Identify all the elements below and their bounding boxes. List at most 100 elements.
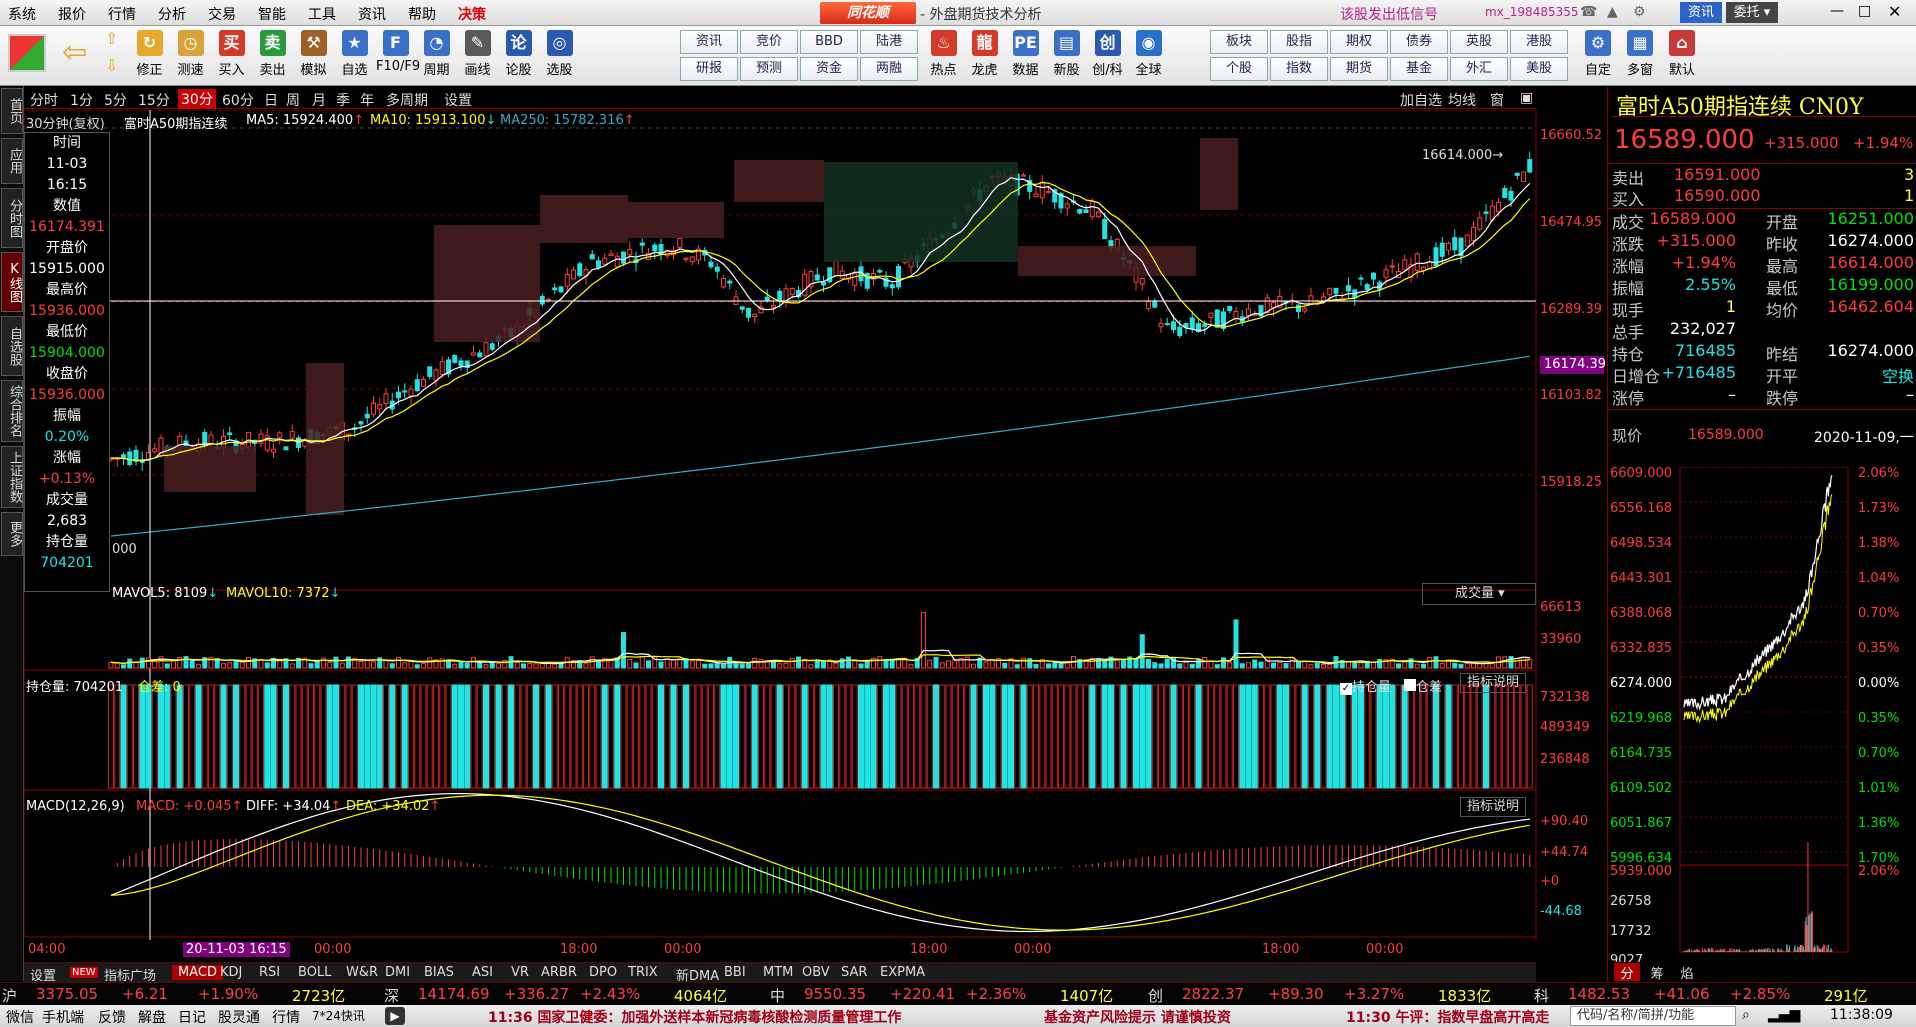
indicator-tab-2[interactable]: MACD [172,965,223,980]
indicator-tab-6[interactable]: W&R [346,965,378,980]
period-right-1[interactable]: 均线 [1448,90,1476,110]
tool-refresh[interactable]: ↻ 修正 [130,28,169,84]
menu-7[interactable]: 资讯 [358,4,386,24]
tool-custom[interactable]: ⚙ 自定 [1578,28,1618,84]
period-12[interactable]: 设置 [444,90,472,110]
minimize-icon[interactable]: — [1830,3,1844,19]
market-button[interactable]: 港股 [1510,30,1568,54]
indicator-tab-12[interactable]: DPO [589,965,617,980]
left-tab-7[interactable]: 更多 [1,512,23,556]
menu-1[interactable]: 报价 [58,4,86,24]
mini-tab-0[interactable]: 分 [1614,963,1640,982]
oi-diff-checkbox[interactable]: 仓差 [1404,676,1442,695]
oi-checkbox[interactable]: ✓ 持仓量 [1340,676,1391,695]
status-item-5[interactable]: 股灵通 [218,1007,260,1027]
macd-explain-button[interactable]: 指标说明 [1460,797,1526,817]
quick-button[interactable]: 资讯 [680,30,738,54]
quick-button[interactable]: 研报 [680,57,738,81]
news-button[interactable]: 资讯 [1680,2,1722,23]
quick-button[interactable]: 陆港 [860,30,918,54]
period-4[interactable]: 30分 [178,89,216,109]
index-name[interactable]: 深 [384,985,399,1006]
period-3[interactable]: 15分 [138,90,170,110]
status-item-4[interactable]: 日记 [178,1007,206,1027]
back-arrow-icon[interactable]: ⇦ [62,36,98,70]
left-tab-5[interactable]: 综合排名 [1,380,23,442]
left-tab-2[interactable]: 分时图 [1,188,23,248]
tool-home[interactable]: ⌂ 默认 [1662,28,1702,84]
fullscreen-icon[interactable]: ▣ [1520,90,1533,106]
period-0[interactable]: 分时 [30,90,58,110]
menu-0[interactable]: 系统 [8,4,36,24]
status-item-2[interactable]: 反馈 [98,1007,126,1027]
market-button[interactable]: 期权 [1330,30,1388,54]
close-icon[interactable]: ✕ [1888,2,1901,21]
period-2[interactable]: 5分 [104,90,127,110]
mini-tab-1[interactable]: 筹 [1644,963,1670,982]
layout-icon[interactable] [8,34,46,72]
period-8[interactable]: 月 [312,90,326,110]
indicator-tab-16[interactable]: MTM [763,965,793,980]
tool-dragon[interactable]: 龍龙虎 [965,28,1004,84]
news-ticker-2[interactable]: 基金资产风险提示 请谨慎投资 [1044,1007,1231,1027]
tool-f10[interactable]: F F10/F9 [376,28,420,84]
index-name[interactable]: 科 [1534,985,1549,1006]
search-icon[interactable]: ⌕ [1742,1007,1750,1023]
oi-explain-button[interactable]: 指标说明 [1460,673,1526,693]
tool-period[interactable]: ◔ 周期 [417,28,456,84]
indicator-tab-9[interactable]: ASI [472,965,493,980]
media-icon[interactable]: ▶ [385,1007,405,1025]
tool-hammer[interactable]: ⚒ 模拟 [294,28,333,84]
tool-multiwin[interactable]: ▦ 多窗 [1620,28,1660,84]
period-1[interactable]: 1分 [70,90,93,110]
status-item-6[interactable]: 行情 [272,1007,300,1027]
period-10[interactable]: 年 [360,90,374,110]
quick-button[interactable]: 资金 [800,57,858,81]
tool-pen[interactable]: ✎ 画线 [458,28,497,84]
market-button[interactable]: 债券 [1390,30,1448,54]
user-name[interactable]: mx_198485355 [1485,5,1579,19]
period-right-2[interactable]: 窗 [1490,90,1504,110]
market-button[interactable]: 外汇 [1450,57,1508,81]
period-5[interactable]: 60分 [222,90,254,110]
left-tab-3[interactable]: K线图 [1,252,23,312]
indicator-tab-13[interactable]: TRIX [628,965,658,980]
quick-button[interactable]: 竞价 [740,30,798,54]
tool-star[interactable]: ★ 自选 [335,28,374,84]
promo-link[interactable]: 该股发出低信号 [1340,4,1438,24]
market-button[interactable]: 基金 [1390,57,1448,81]
period-right-0[interactable]: 加自选 [1400,90,1442,110]
quick-button[interactable]: BBD [800,30,858,54]
left-tab-0[interactable]: 首页 [1,88,23,134]
news-ticker-3[interactable]: 11:30 午评：指数早盘高开高走 [1346,1007,1549,1027]
index-name[interactable]: 沪 [2,985,17,1006]
indicator-tab-8[interactable]: BIAS [424,965,454,980]
market-button[interactable]: 指数 [1270,57,1328,81]
menu-5[interactable]: 智能 [258,4,286,24]
indicator-tab-17[interactable]: OBV [802,965,830,980]
intraday-mini-chart[interactable]: 6609.000 2.06% 6556.168 1.73% 6498.534 1.38% 6… [1608,467,1916,962]
tool-select[interactable]: ◎ 选股 [540,28,579,84]
maximize-icon[interactable]: □ [1858,3,1871,19]
market-button[interactable]: 个股 [1210,57,1268,81]
down-arrow-icon[interactable]: ⇩ [105,56,118,75]
volume-dropdown[interactable]: 成交量 ▾ [1422,583,1536,605]
index-name[interactable]: 创 [1148,985,1163,1006]
indicator-tab-15[interactable]: BBI [724,965,746,980]
kline-chart[interactable] [24,110,1606,962]
tool-newstock[interactable]: ▤ 新股 [1047,28,1086,84]
indicator-tab-7[interactable]: DMI [385,965,410,980]
indicator-tab-11[interactable]: ARBR [541,965,577,980]
indicator-tab-5[interactable]: BOLL [298,965,331,980]
indicator-tab-4[interactable]: RSI [259,965,280,980]
status-item-0[interactable]: 微信 [6,1007,34,1027]
tool-data[interactable]: PE 数据 [1006,28,1045,84]
search-input[interactable]: 代码/名称/简拼/功能 [1570,1006,1736,1026]
market-button[interactable]: 期货 [1330,57,1388,81]
indicator-tab-10[interactable]: VR [511,965,529,980]
bell-icon[interactable]: ☎ [1580,4,1597,20]
quick-button[interactable]: 预测 [740,57,798,81]
market-button[interactable]: 板块 [1210,30,1268,54]
index-name[interactable]: 中 [770,985,785,1006]
market-button[interactable]: 股指 [1270,30,1328,54]
